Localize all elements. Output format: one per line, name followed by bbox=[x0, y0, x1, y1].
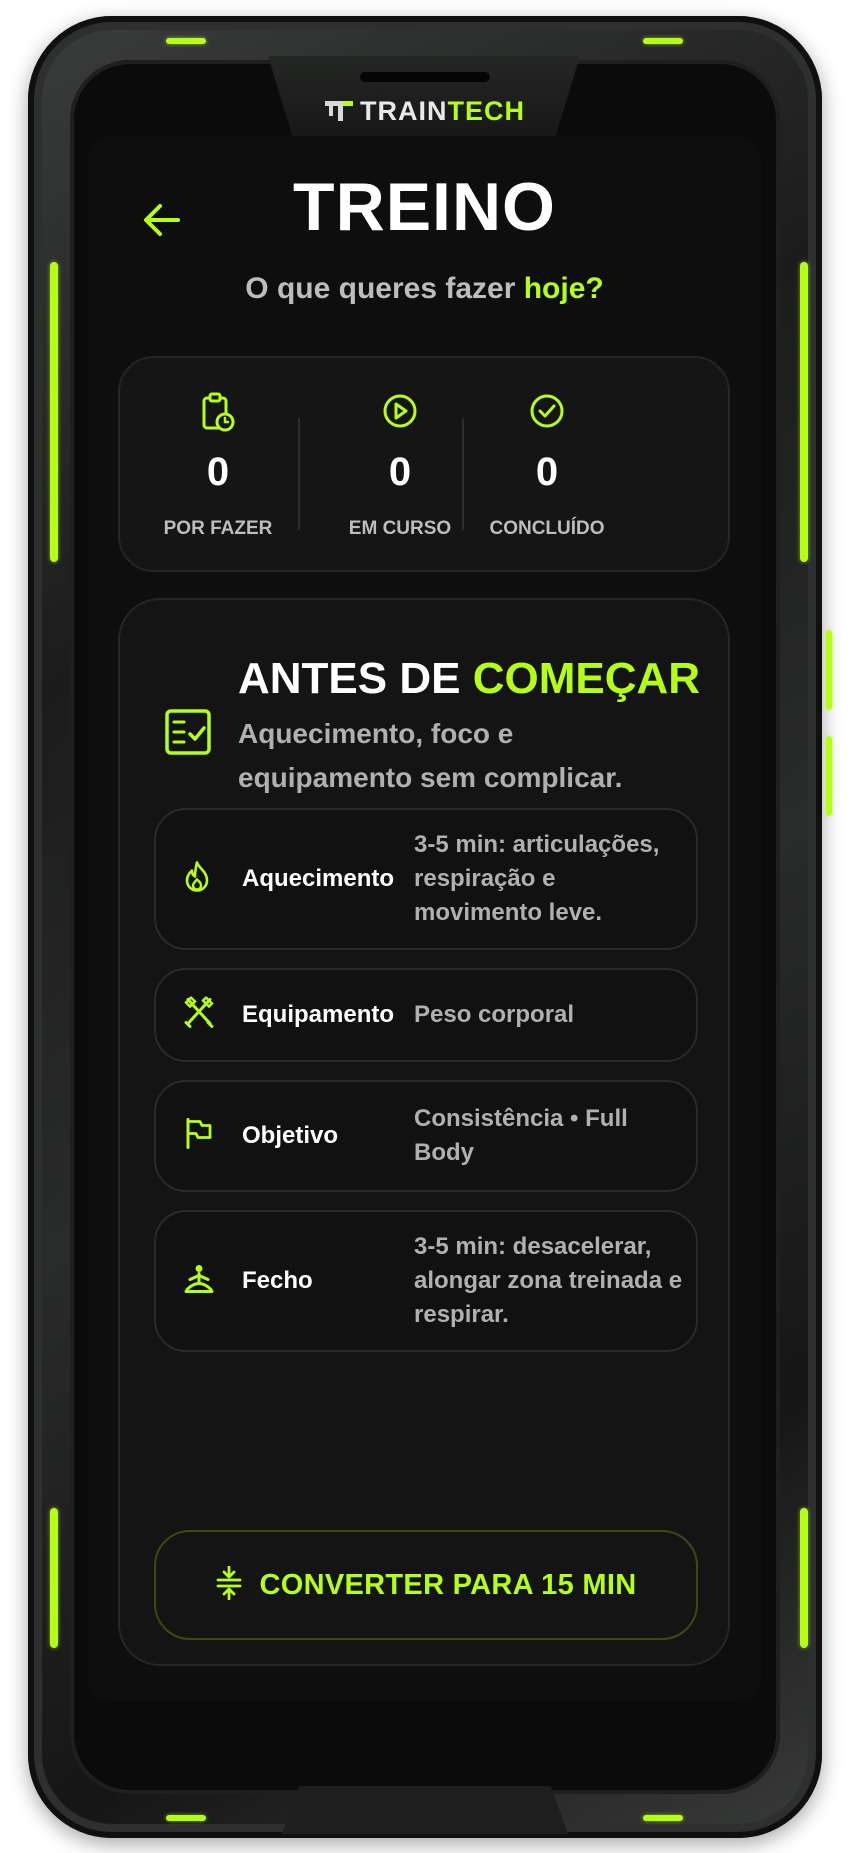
flag-icon bbox=[184, 1118, 212, 1155]
page-subtitle: O que queres fazer hoje? bbox=[88, 272, 761, 306]
tools-icon bbox=[184, 995, 214, 1034]
stat-concluido[interactable]: 0 CONCLUÍDO bbox=[462, 358, 632, 570]
brand-logo: TRAINTECH bbox=[0, 96, 849, 130]
frame-accent bbox=[643, 38, 683, 44]
info-row-objetivo[interactable]: Objetivo Consistência • Full Body bbox=[154, 1080, 698, 1192]
play-circle-icon bbox=[381, 392, 419, 435]
info-row-value: Consistência • Full Body bbox=[414, 1105, 628, 1166]
frame-accent bbox=[800, 262, 808, 562]
frame-accent bbox=[800, 1508, 808, 1648]
info-row-label: Fecho bbox=[242, 1267, 313, 1294]
frame-accent bbox=[50, 262, 58, 562]
traintech-logo-icon bbox=[324, 99, 354, 130]
earpiece-speaker bbox=[360, 72, 490, 82]
frame-accent bbox=[50, 1508, 58, 1648]
info-row-label: Objetivo bbox=[242, 1122, 339, 1149]
stat-value: 0 bbox=[535, 450, 559, 494]
info-row-label: Aquecimento bbox=[242, 865, 395, 892]
card-title-highlight: COMEÇAR bbox=[472, 654, 701, 703]
stats-panel: 0 POR FAZER 0 EM CURSO 0 CONCLUÍDO bbox=[118, 356, 730, 572]
stat-value: 0 bbox=[206, 450, 230, 494]
clipboard-clock-icon bbox=[201, 392, 235, 437]
volume-button-accent bbox=[826, 630, 832, 710]
info-row-value: 3-5 min: desacelerar, alongar zona trein… bbox=[414, 1233, 683, 1328]
stat-label: EM CURSO bbox=[348, 518, 452, 539]
stat-value: 0 bbox=[388, 450, 412, 494]
stats-divider bbox=[298, 418, 300, 530]
info-row-label: Equipamento bbox=[242, 1001, 395, 1028]
stat-por-fazer[interactable]: 0 POR FAZER bbox=[120, 358, 316, 570]
stat-label: CONCLUÍDO bbox=[489, 518, 605, 539]
subtitle-text: O que queres fazer bbox=[245, 272, 516, 305]
before-start-card: ANTES DE COMEÇAR Aquecimento, foco e equ… bbox=[118, 598, 730, 1666]
stat-em-curso[interactable]: 0 EM CURSO bbox=[316, 358, 484, 570]
card-description: Aquecimento, foco e equipamento sem comp… bbox=[238, 718, 623, 793]
bottom-notch bbox=[282, 1786, 568, 1834]
frame-accent bbox=[166, 38, 206, 44]
brand-name-accent: TECH bbox=[447, 96, 525, 126]
meditation-icon bbox=[184, 1264, 214, 1299]
info-row-value: Peso corporal bbox=[414, 1001, 575, 1028]
card-title: ANTES DE COMEÇAR bbox=[238, 654, 700, 704]
brand-name: TRAIN bbox=[360, 96, 448, 126]
power-button-accent bbox=[826, 736, 832, 816]
convert-15-min-button[interactable]: CONVERTER PARA 15 MIN bbox=[154, 1530, 698, 1640]
app-screen: TREINO O que queres fazer hoje? 0 POR FA… bbox=[88, 136, 761, 1702]
page-title: TREINO bbox=[293, 169, 556, 245]
flame-icon bbox=[184, 861, 210, 898]
info-row-aquecimento[interactable]: Aquecimento 3-5 min: articulações, respi… bbox=[154, 808, 698, 950]
compress-icon bbox=[216, 1565, 242, 1605]
checklist-icon bbox=[164, 708, 212, 761]
subtitle-highlight: hoje? bbox=[523, 272, 604, 305]
info-row-equipamento[interactable]: Equipamento Peso corporal bbox=[154, 968, 698, 1062]
convert-button-label: CONVERTER PARA 15 MIN bbox=[259, 1568, 637, 1601]
stat-label: POR FAZER bbox=[163, 518, 273, 539]
check-circle-icon bbox=[528, 392, 566, 435]
card-title-text: ANTES DE bbox=[238, 654, 461, 703]
info-row-value: 3-5 min: articulações, respiração e movi… bbox=[414, 831, 660, 926]
info-row-fecho[interactable]: Fecho 3-5 min: desacelerar, alongar zona… bbox=[154, 1210, 698, 1352]
frame-accent bbox=[166, 1815, 206, 1821]
frame-accent bbox=[643, 1815, 683, 1821]
